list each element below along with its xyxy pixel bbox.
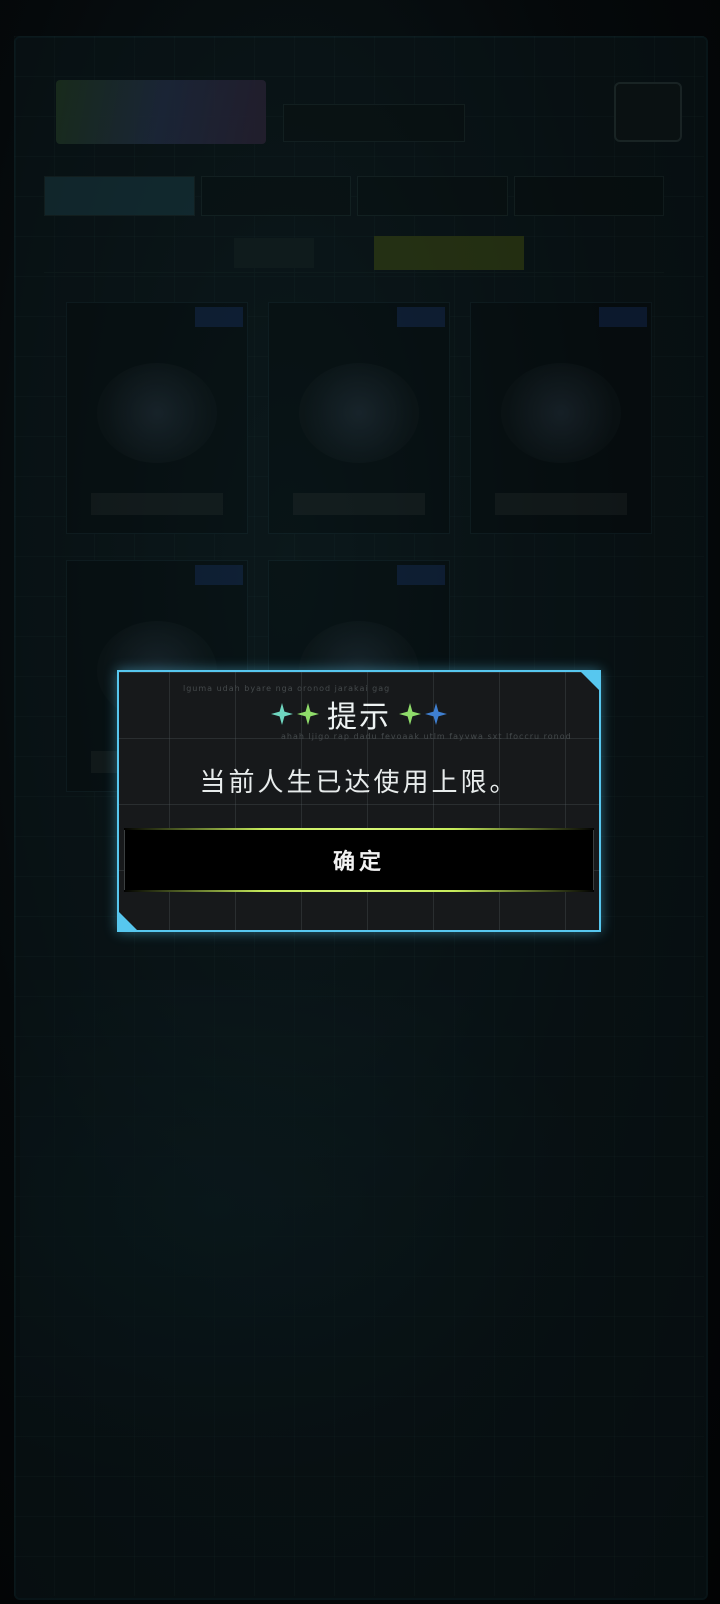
background-subtab-active — [374, 236, 524, 270]
logo-tag — [283, 104, 465, 142]
background-tab — [357, 176, 508, 216]
sparkle-star-icon — [297, 703, 319, 725]
game-screen: lguma udah byare nga oronod jarakai gag … — [0, 0, 720, 1604]
dialog-title-row: 提示 — [119, 692, 599, 736]
sparkle-star-icon — [425, 703, 447, 725]
card-badge — [397, 307, 445, 327]
background-logo — [48, 60, 465, 150]
corner-accent-bottom-left — [119, 910, 139, 930]
card-name — [91, 493, 223, 515]
background-tab — [44, 176, 195, 216]
background-subtab — [234, 238, 314, 268]
card-art — [97, 363, 217, 463]
dialog-title: 提示 — [327, 700, 391, 735]
alert-dialog: lguma udah byare nga oronod jarakai gag … — [117, 670, 601, 932]
confirm-button[interactable]: 确定 — [124, 828, 594, 892]
card-badge — [195, 307, 243, 327]
card-name — [495, 493, 627, 515]
card-name — [293, 493, 425, 515]
card-badge — [397, 565, 445, 585]
sparkle-star-icon — [271, 703, 293, 725]
corner-accent-top-right — [579, 672, 599, 692]
background-item-card — [470, 302, 652, 534]
sparkle-star-icon — [399, 703, 421, 725]
card-art — [501, 363, 621, 463]
background-subtabs — [44, 232, 664, 273]
card-badge — [195, 565, 243, 585]
card-art — [299, 363, 419, 463]
logo-art — [56, 80, 266, 144]
background-item-card — [66, 302, 248, 534]
background-item-card — [268, 302, 450, 534]
button-edge-right — [593, 830, 594, 890]
background-tabs — [44, 176, 664, 216]
card-badge — [599, 307, 647, 327]
background-tab — [200, 176, 351, 216]
back-button — [614, 82, 682, 142]
button-edge-left — [124, 830, 125, 890]
background-tab — [513, 176, 664, 216]
background-lower-art — [20, 980, 680, 1540]
confirm-button-label: 确定 — [332, 850, 385, 875]
dialog-message: 当前人生已达使用上限。 — [199, 768, 519, 798]
